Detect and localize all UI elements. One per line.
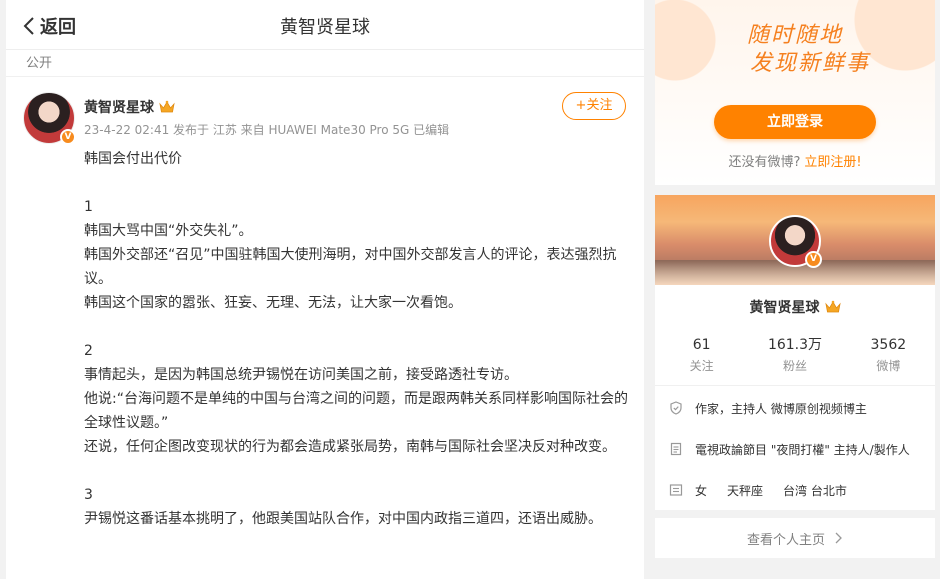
top-bar: 返回 黄智贤星球 — [6, 0, 644, 50]
post-paragraph — [84, 171, 629, 195]
crown-icon — [824, 300, 841, 313]
info-description: 電視政論節目 "夜問打權" 主持人/製作人 — [669, 439, 925, 459]
stat-following[interactable]: 61 关注 — [655, 336, 748, 378]
no-account-text: 还没有微博? — [728, 155, 801, 170]
post-paragraph: 3 — [84, 487, 93, 503]
profile-name-row: 黄智贤星球 — [655, 297, 935, 317]
location-text: 台湾 台北市 — [783, 483, 847, 498]
divider — [655, 385, 935, 386]
view-homepage-link[interactable]: 查看个人主页 — [655, 518, 935, 558]
profile-card: V 黄智贤星球 61 关注 161.3万 粉丝 3562 微博 作家，主持人 微… — [655, 195, 935, 510]
login-card: 随时随地 发现新鲜事 立即登录 还没有微博? 立即注册! — [655, 0, 935, 185]
slogan: 随时随地 发现新鲜事 — [655, 22, 935, 78]
stat-number: 61 — [692, 337, 711, 353]
post-paragraph: 他说:“台海问题不是单纯的中国与台湾之间的问题，而是跟两韩关系同样影响国际社会的… — [84, 391, 628, 431]
zodiac-text: 天秤座 — [727, 483, 764, 498]
profile-name[interactable]: 黄智贤星球 — [750, 297, 820, 317]
gender-text: 女 — [695, 483, 708, 498]
weibo-detail-panel: 返回 黄智贤星球 公开 V 黄智贤星球 23-4-22 02:41 发布于 江苏… — [6, 0, 644, 579]
author-name[interactable]: 黄智贤星球 — [84, 97, 154, 117]
post-paragraph: 事情起头，是因为韩国总统尹锡悦在访问美国之前，接受路透社专访。 — [84, 367, 518, 383]
verified-badge-icon: V — [805, 251, 822, 268]
post-paragraph: 1 — [84, 199, 93, 215]
crown-icon — [159, 100, 175, 113]
chevron-right-icon — [835, 532, 842, 544]
stat-posts[interactable]: 3562 微博 — [842, 336, 935, 378]
verified-badge-icon: V — [60, 129, 76, 145]
stat-number: 161.3万 — [767, 337, 823, 353]
stat-label: 粉丝 — [782, 359, 807, 373]
post-paragraph — [84, 315, 629, 339]
visibility-label: 公开 — [6, 50, 644, 77]
info-basic: 女 天秤座 台湾 台北市 — [669, 480, 925, 500]
stat-number: 3562 — [870, 337, 907, 353]
verification-text: 作家，主持人 微博原创视频博主 — [695, 401, 867, 416]
document-icon — [670, 442, 682, 456]
login-button[interactable]: 立即登录 — [714, 105, 876, 139]
post-paragraph: 韩国大骂中国“外交失礼”。 — [84, 223, 253, 239]
stat-label: 关注 — [689, 359, 714, 373]
post-paragraph: 还说，任何企图改变现状的行为都会造成紧张局势，南韩与国际社会坚决反对种改变。 — [84, 439, 616, 455]
homepage-card: 查看个人主页 — [655, 518, 935, 558]
post-paragraph: 尹锡悦这番话基本挑明了，他跟美国站队合作，对中国内政指三道四，还语出威胁。 — [84, 511, 602, 527]
register-link[interactable]: 立即注册! — [804, 155, 861, 170]
description-text: 電視政論節目 "夜問打權" 主持人/製作人 — [695, 442, 910, 457]
register-row: 还没有微博? 立即注册! — [655, 151, 935, 170]
post-meta: 23-4-22 02:41 发布于 江苏 来自 HUAWEI Mate30 Pr… — [84, 123, 450, 137]
page-title: 黄智贤星球 — [280, 17, 370, 38]
shield-icon — [670, 401, 682, 415]
follow-button[interactable]: +关注 — [562, 92, 626, 120]
info-verification: 作家，主持人 微博原创视频博主 — [669, 398, 925, 418]
slogan-line-1: 随时随地 — [746, 23, 843, 48]
post-paragraph: 韩国会付出代价 — [84, 151, 182, 167]
slogan-line-2: 发现新鲜事 — [749, 51, 870, 76]
stat-label: 微博 — [876, 359, 901, 373]
post-paragraph: 2 — [84, 343, 93, 359]
post-paragraph: 韩国外交部还“召见”中国驻韩国大使刑海明，对中国外交部发言人的评论，表达强烈抗议… — [84, 247, 617, 287]
id-card-icon — [669, 484, 683, 496]
stat-followers[interactable]: 161.3万 粉丝 — [748, 336, 841, 378]
post-body: 韩国会付出代价 1 韩国大骂中国“外交失礼”。 韩国外交部还“召见”中国驻韩国大… — [84, 147, 629, 531]
post-paragraph: 韩国这个国家的嚣张、狂妄、无理、无法，让大家一次看饱。 — [84, 295, 462, 311]
author-row: 黄智贤星球 — [84, 97, 175, 117]
homepage-label: 查看个人主页 — [746, 532, 825, 548]
post-paragraph — [84, 459, 629, 483]
profile-stats: 61 关注 161.3万 粉丝 3562 微博 — [655, 336, 935, 378]
